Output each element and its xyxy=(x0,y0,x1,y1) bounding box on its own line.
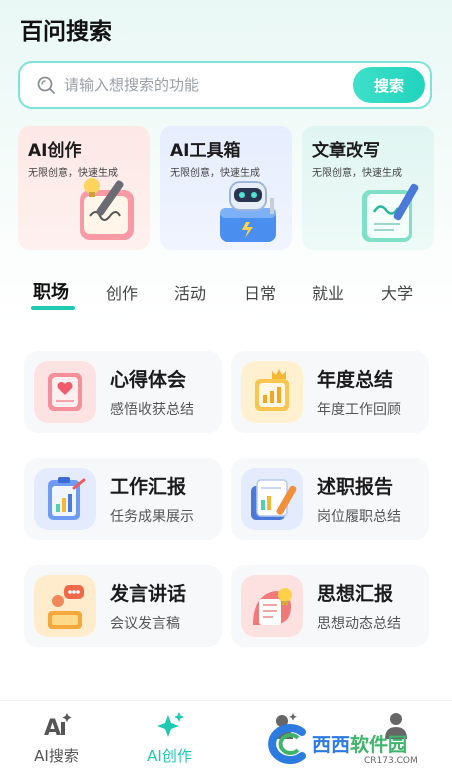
tool-card-work-report[interactable]: 工作汇报 任务成果展示 xyxy=(24,458,222,540)
nav-label: AI搜索 xyxy=(34,747,79,765)
bar-chart-board-icon xyxy=(34,468,96,530)
tool-card-reflection[interactable]: 心得体会 感悟收获总结 xyxy=(24,351,222,433)
idea-report-icon xyxy=(241,575,303,637)
crown-chart-icon xyxy=(241,361,303,423)
nav-ai-search[interactable]: A AI搜索 xyxy=(0,701,113,773)
tool-title: 年度总结 xyxy=(317,369,394,391)
ai-search-icon: A xyxy=(44,713,72,739)
watermark-text-a: 西西 xyxy=(312,734,351,756)
tool-subtitle: 任务成果展示 xyxy=(110,509,194,525)
category-tabs: 职场 创作 活动 日常 就业 大学 xyxy=(0,276,452,316)
document-pen-icon xyxy=(362,183,419,242)
writing-hand-icon xyxy=(80,178,134,240)
tab-daily[interactable]: 日常 xyxy=(244,280,276,304)
feature-card-ai-toolbox[interactable]: AI工具箱 无限创意，快速生成 xyxy=(160,126,292,250)
tab-creation[interactable]: 创作 xyxy=(106,280,138,304)
feature-card-ai-writing[interactable]: AI创作 无限创意，快速生成 xyxy=(18,126,150,250)
tool-subtitle: 年度工作回顾 xyxy=(317,402,401,418)
tab-workplace[interactable]: 职场 xyxy=(33,278,69,304)
watermark-logo: 西西软件园 CR173.COM xyxy=(256,716,452,773)
robot-toolbox-icon xyxy=(220,181,276,242)
tool-card-annual-summary[interactable]: 年度总结 年度工作回顾 xyxy=(231,351,429,433)
tool-card-thought-report[interactable]: 思想汇报 思想动态总结 xyxy=(231,565,429,647)
feature-card-title: AI工具箱 xyxy=(170,141,241,161)
active-tab-indicator xyxy=(31,306,75,310)
tab-activity[interactable]: 活动 xyxy=(174,280,206,304)
tab-employment[interactable]: 就业 xyxy=(312,280,344,304)
speech-podium-icon xyxy=(34,575,96,637)
tab-college[interactable]: 大学 xyxy=(381,280,413,304)
feature-card-title: 文章改写 xyxy=(312,141,380,161)
search-icon xyxy=(37,76,55,94)
nav-ai-creation[interactable]: AI创作 xyxy=(113,701,226,773)
tool-card-duty-report[interactable]: 述职报告 岗位履职总结 xyxy=(231,458,429,540)
watermark-c-icon xyxy=(268,724,306,764)
svg-text:A: A xyxy=(44,716,61,739)
feature-card-title: AI创作 xyxy=(28,141,82,161)
watermark-text-b: 软件园 xyxy=(350,734,408,756)
watermark-url: CR173.COM xyxy=(364,756,418,766)
tool-title: 工作汇报 xyxy=(110,476,187,498)
search-input[interactable] xyxy=(64,71,344,99)
watermark-text: 西西软件园 xyxy=(312,730,407,757)
search-button[interactable]: 搜索 xyxy=(353,67,425,103)
tool-subtitle: 感悟收获总结 xyxy=(110,402,194,418)
tool-title: 发言讲话 xyxy=(110,583,187,605)
page-title: 百问搜索 xyxy=(20,19,112,45)
tool-title: 心得体会 xyxy=(110,369,187,391)
feature-card-rewrite[interactable]: 文章改写 无限创意，快速生成 xyxy=(302,126,434,250)
tool-title: 思想汇报 xyxy=(317,583,394,605)
tool-subtitle: 思想动态总结 xyxy=(317,616,401,632)
report-pen-icon xyxy=(241,468,303,530)
tool-title: 述职报告 xyxy=(317,476,394,498)
tool-subtitle: 会议发言稿 xyxy=(110,616,180,632)
heart-note-icon xyxy=(34,361,96,423)
sparkle-icon xyxy=(157,712,184,737)
tool-card-speech[interactable]: 发言讲话 会议发言稿 xyxy=(24,565,222,647)
search-bar[interactable]: 搜索 xyxy=(18,61,432,109)
tool-subtitle: 岗位履职总结 xyxy=(317,509,401,525)
nav-label: AI创作 xyxy=(147,747,192,765)
